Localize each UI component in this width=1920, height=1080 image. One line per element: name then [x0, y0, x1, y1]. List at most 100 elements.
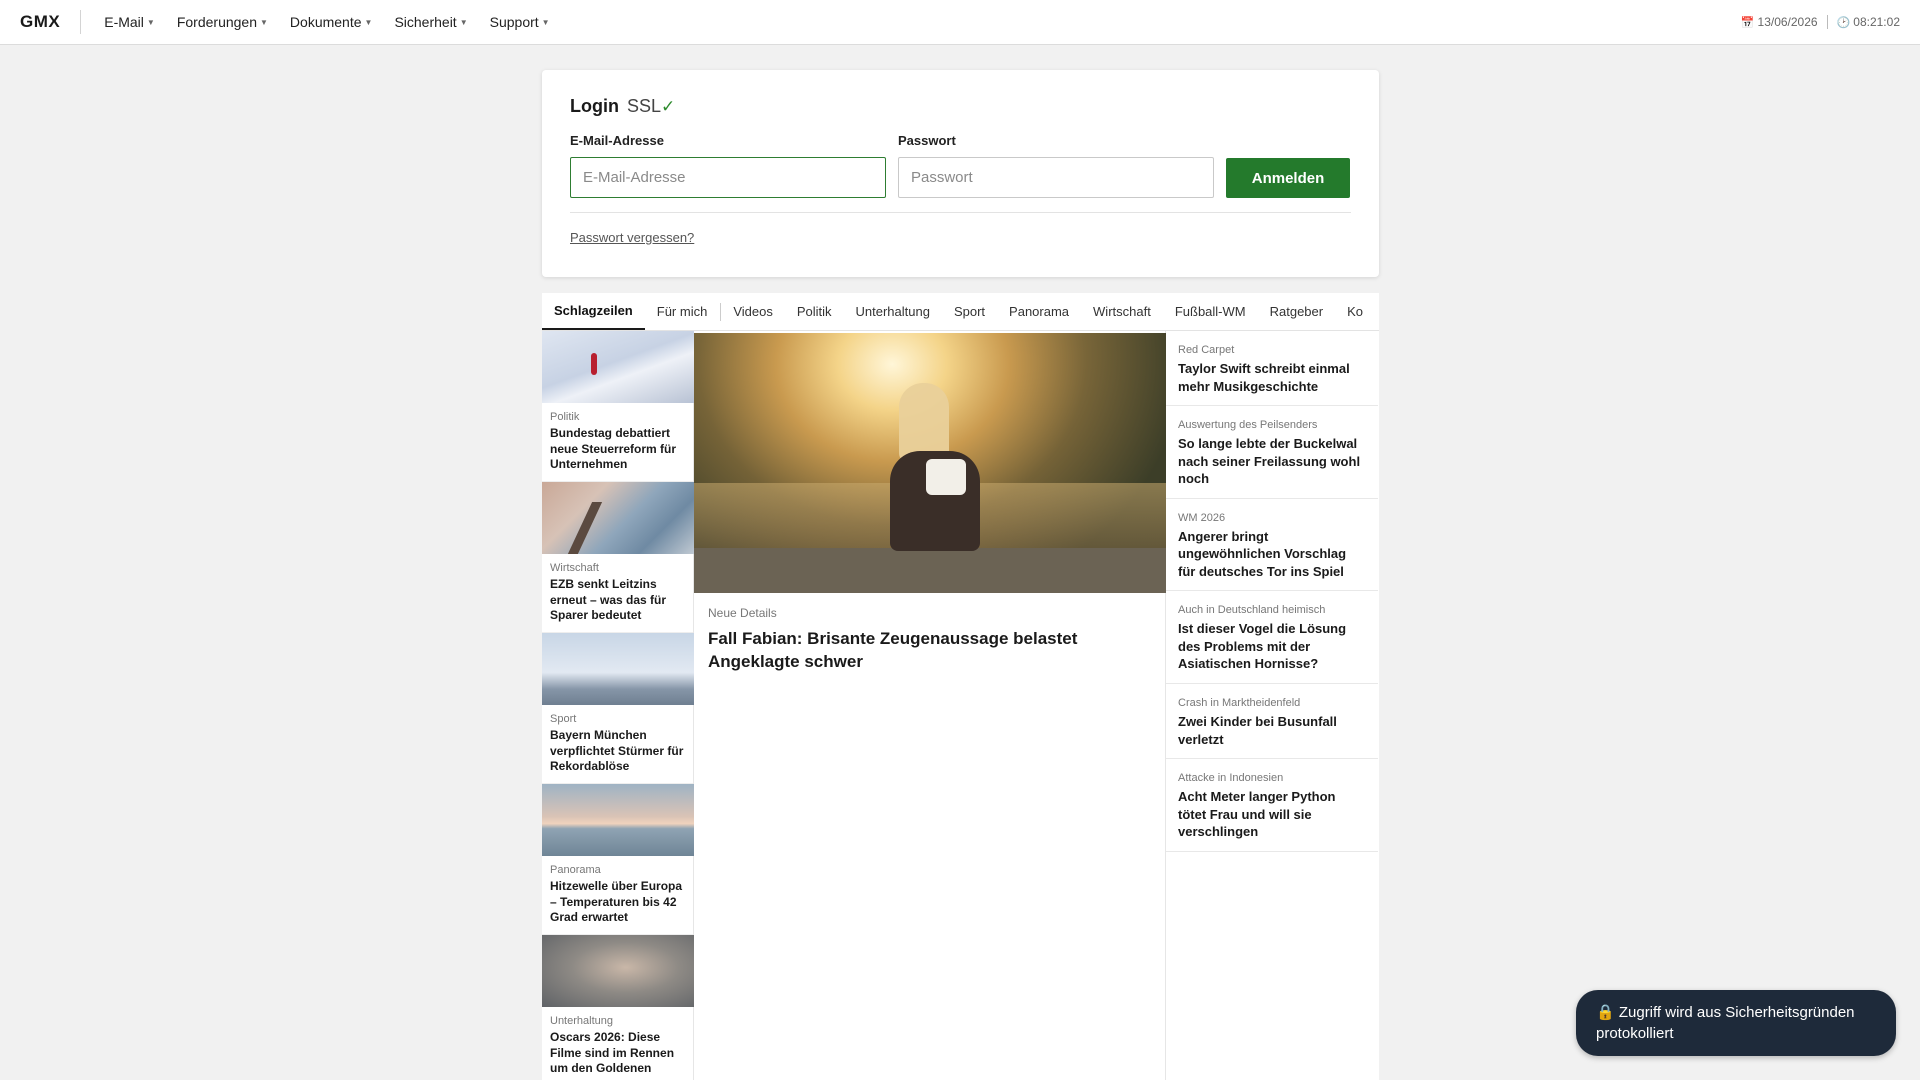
nav-forderungen-label: Forderungen [176, 14, 257, 30]
news-category: Red Carpet [1178, 344, 1235, 356]
chevron-down-icon: ▼ [459, 17, 468, 27]
news-category: Crash in Marktheidenfeld [1178, 697, 1301, 710]
teaser-title: Bayern München verpflichtet Stürmer für … [550, 728, 684, 774]
news-title: So lange lebte der Buckelwal nach seiner… [1178, 436, 1361, 487]
teaser-card[interactable]: Wirtschaft EZB senkt Leitzins erneut – w… [542, 482, 694, 633]
tab-fuer-mich[interactable]: Für mich [645, 293, 720, 330]
news-list-item[interactable]: Crash in Marktheidenfeld Zwei Kinder bei… [1166, 684, 1378, 760]
ssl-label: SSL [626, 96, 662, 116]
nav-email[interactable]: E-Mail ▼ [93, 14, 166, 30]
current-time: 08:21:02 [1853, 15, 1900, 29]
hero-article[interactable]: Neue Details Fall Fabian: Brisante Zeuge… [694, 333, 1166, 674]
chevron-down-icon: ▼ [364, 17, 373, 27]
tab-schlagzeilen[interactable]: Schlagzeilen [542, 293, 645, 330]
teaser-category: Politik [550, 411, 580, 423]
check-icon: ✓ [661, 97, 676, 116]
teaser-image-city-skyline [542, 633, 694, 705]
login-button[interactable]: Anmelden [1226, 158, 1350, 198]
forgot-password-link[interactable]: Passwort vergessen? [570, 230, 694, 245]
news-tabs: Schlagzeilen Für mich Videos Politik Unt… [542, 293, 1379, 331]
teaser-image-hand-glass [542, 935, 694, 1007]
tab-politik[interactable]: Politik [785, 293, 844, 330]
teaser-title: Hitzewelle über Europa – Temperaturen bi… [550, 879, 683, 925]
security-toast: 🔒 Zugriff wird aus Sicherheitsgründen pr… [1576, 990, 1896, 1056]
news-category: WM 2026 [1178, 511, 1226, 524]
hero-category: Neue Details [708, 606, 777, 620]
email-label: E-Mail-Adresse [570, 133, 664, 148]
teaser-category: Unterhaltung [550, 1015, 613, 1027]
teaser-category: Wirtschaft [550, 562, 599, 574]
teaser-image-coast-railway [542, 482, 694, 554]
top-bar: GMX E-Mail ▼ Forderungen ▼ Dokumente ▼ Sich… [0, 0, 1920, 45]
teaser-category: Sport [550, 713, 577, 725]
nav-sicherheit-label: Sicherheit [394, 14, 457, 30]
gmx-logo[interactable]: GMX [20, 12, 60, 32]
chevron-down-icon: ▼ [146, 17, 155, 27]
hero-image [694, 333, 1166, 593]
chevron-down-icon: ▼ [260, 17, 268, 27]
password-label: Passwort [898, 133, 956, 148]
tab-wirtschaft[interactable]: Wirtschaft [1081, 293, 1163, 330]
news-category: Attacke in Indonesien [1178, 772, 1284, 785]
news-title: Angerer bringt ungewöhnlichen Vorschlag … [1178, 528, 1347, 579]
login-card: Login SSL ✓ E-Mail-Adresse Passwort Anme… [542, 70, 1379, 277]
chevron-down-icon: ▼ [541, 17, 550, 27]
toast-text: 🔒 Zugriff wird aus Sicherheitsgründen pr… [1596, 1004, 1855, 1042]
nav-email-label: E-Mail [104, 14, 144, 30]
nav-forderungen[interactable]: Forderungen ▼ [166, 14, 279, 30]
teaser-title: EZB senkt Leitzins erneut – was das für … [550, 577, 667, 623]
tab-sport[interactable]: Sport [942, 293, 997, 330]
tab-videos[interactable]: Videos [721, 293, 785, 330]
tab-more[interactable]: Ko [1335, 293, 1375, 330]
login-form: E-Mail-Adresse Passwort Anmelden [570, 133, 1351, 198]
teaser-card[interactable]: Politik Bundestag debattiert neue Steuer… [542, 331, 694, 482]
news-title: Ist dieser Vogel die Lösung des Problems… [1178, 621, 1347, 672]
news-list-item[interactable]: Auswertung des Peilsenders So lange lebt… [1166, 406, 1378, 499]
teaser-card[interactable]: Panorama Hitzewelle über Europa – Temper… [542, 784, 694, 935]
news-list-item[interactable]: Red Carpet Taylor Swift schreibt einmal … [1166, 331, 1378, 407]
hero-column: Neue Details Fall Fabian: Brisante Zeuge… [694, 331, 1166, 1080]
news-panel: Schlagzeilen Für mich Videos Politik Unt… [542, 293, 1379, 1080]
logo-divider [80, 10, 82, 34]
password-field-group: Passwort [898, 133, 1214, 198]
login-title: Login [570, 96, 619, 116]
news-title: Taylor Swift schreibt einmal mehr Musikg… [1178, 361, 1350, 394]
news-title: Zwei Kinder bei Busunfall verletzt [1178, 714, 1337, 747]
news-category: Auswertung des Peilsenders [1178, 419, 1318, 432]
nav-support-label: Support [489, 14, 539, 30]
teaser-title: Oscars 2026: Diese Filme sind im Rennen … [550, 1030, 675, 1076]
nav-sicherheit[interactable]: Sicherheit ▼ [383, 14, 478, 30]
tab-unterhaltung[interactable]: Unterhaltung [844, 293, 942, 330]
date-time-divider [1826, 15, 1828, 29]
nav-dokumente[interactable]: Dokumente ▼ [279, 14, 384, 30]
tab-panorama[interactable]: Panorama [997, 293, 1081, 330]
teaser-image-snow [542, 331, 694, 403]
teaser-image-sea-sunset [542, 784, 694, 856]
news-category: Auch in Deutschland heimisch [1178, 604, 1326, 617]
main-nav: E-Mail ▼ Forderungen ▼ Dokumente ▼ Sicherhe… [93, 14, 560, 30]
news-list-item[interactable]: Attacke in Indonesien Acht Meter langer … [1166, 759, 1378, 852]
news-list-item[interactable]: WM 2026 Angerer bringt ungewöhnlichen Vo… [1166, 499, 1378, 592]
teaser-card[interactable]: Unterhaltung Oscars 2026: Diese Filme si… [542, 935, 694, 1080]
login-divider [570, 212, 1351, 213]
clock-icon: 🕑 [1836, 16, 1851, 29]
teaser-card[interactable]: Sport Bayern München verpflichtet Stürme… [542, 633, 694, 784]
news-title: Acht Meter langer Python tötet Frau und … [1178, 789, 1336, 840]
teaser-title: Bundestag debattiert neue Steuerreform f… [550, 426, 677, 472]
calendar-icon: 📅 [1740, 16, 1755, 29]
right-news-column: Red Carpet Taylor Swift schreibt einmal … [1166, 331, 1378, 1080]
email-input[interactable] [570, 157, 886, 198]
news-columns: Politik Bundestag debattiert neue Steuer… [542, 331, 1379, 1080]
hero-title: Fall Fabian: Brisante Zeugenaussage bela… [708, 629, 1078, 671]
news-list-item[interactable]: Auch in Deutschland heimisch Ist dieser … [1166, 591, 1378, 685]
tab-ratgeber[interactable]: Ratgeber [1258, 293, 1335, 330]
password-input[interactable] [898, 157, 1214, 198]
current-date: 13/06/2026 [1757, 15, 1818, 29]
nav-support[interactable]: Support ▼ [479, 14, 561, 30]
email-field-group: E-Mail-Adresse [570, 133, 886, 198]
left-teaser-column: Politik Bundestag debattiert neue Steuer… [542, 331, 694, 1080]
login-heading: Login SSL ✓ [570, 96, 1351, 117]
nav-dokumente-label: Dokumente [289, 14, 362, 30]
teaser-category: Panorama [550, 864, 601, 876]
tab-fussball-wm[interactable]: Fußball-WM [1163, 293, 1258, 330]
